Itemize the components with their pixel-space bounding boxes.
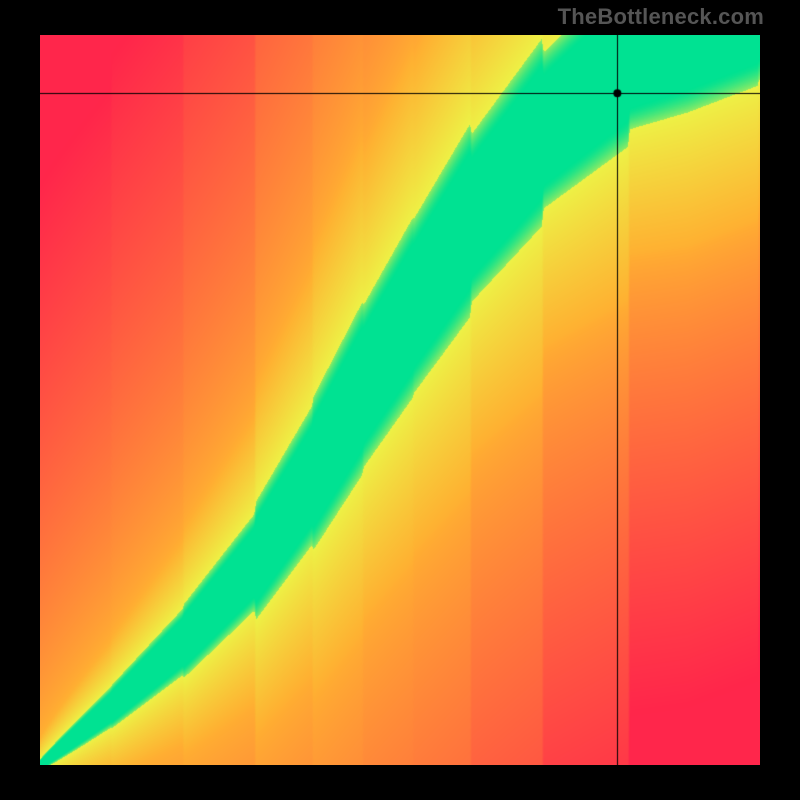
watermark-label: TheBottleneck.com [558,4,764,30]
bottleneck-heatmap [40,35,760,765]
chart-stage: TheBottleneck.com [0,0,800,800]
